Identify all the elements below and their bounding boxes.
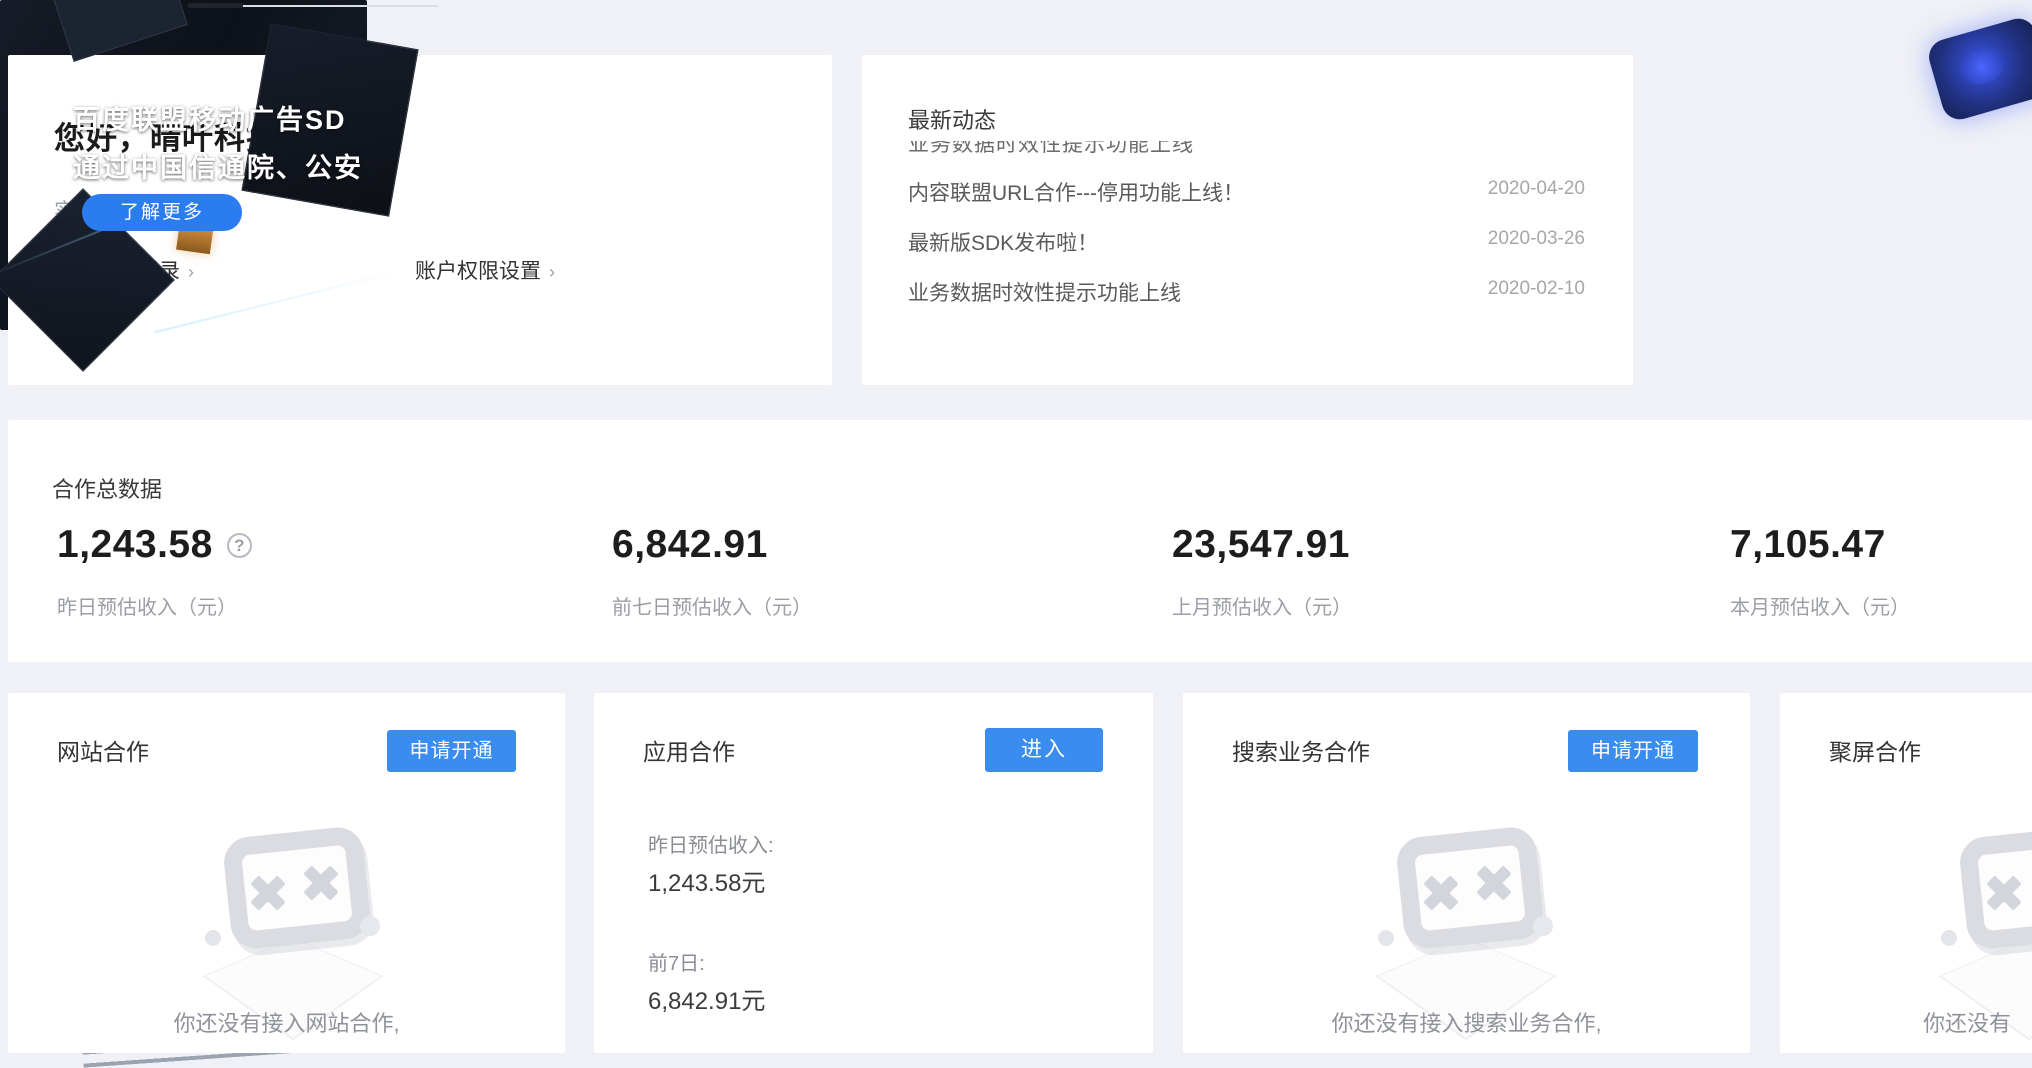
- news-item-text: 最新版SDK发布啦！: [908, 232, 1098, 255]
- banner-decor-cube: [52, 0, 188, 62]
- learn-more-button[interactable]: 了解更多: [82, 194, 242, 231]
- stat-label: 本月预估收入（元）: [1730, 591, 1910, 620]
- help-question-icon[interactable]: ?: [227, 533, 252, 558]
- income-row-label: 昨日预估收入:: [648, 829, 774, 858]
- empty-state-tv-icon: [1380, 826, 1555, 1016]
- x-eye-icon: [249, 874, 287, 912]
- website-coop-card: 网站合作 申请开通 你还没有接入网站合作,: [8, 693, 565, 1053]
- tv-screen-shape: [1395, 825, 1546, 951]
- dot-shape: [1378, 930, 1394, 946]
- chevron-right-icon: ›: [549, 262, 555, 282]
- dot-shape: [360, 916, 380, 936]
- x-eye-icon: [1985, 874, 2023, 912]
- active-tab-indicator: [188, 3, 243, 8]
- empty-state-tv-icon: [1943, 826, 2032, 1016]
- juping-coop-card: 聚屏合作 你还没有: [1780, 693, 2032, 1053]
- total-data-title: 合作总数据: [52, 472, 162, 504]
- account-permission-link[interactable]: 账户权限设置 ›: [415, 255, 555, 285]
- dot-shape: [1533, 916, 1553, 936]
- tv-screen-shape: [222, 825, 373, 951]
- stat-yesterday-income: 1,243.58? 昨日预估收入（元）: [57, 523, 252, 620]
- stat-lastmonth-income: 23,547.91 上月预估收入（元）: [1172, 523, 1352, 620]
- stat-last7days-income: 6,842.91 前七日预估收入（元）: [612, 523, 812, 620]
- stat-value: 6,842.91: [612, 523, 768, 566]
- stat-label: 上月预估收入（元）: [1172, 591, 1352, 620]
- news-item-date: 2020-02-10: [1488, 278, 1585, 300]
- stat-label: 前七日预估收入（元）: [612, 591, 812, 620]
- news-item[interactable]: 业务数据时效性提示功能上线 2020-02-10: [908, 277, 1585, 305]
- news-card-title: 最新动态: [908, 103, 996, 135]
- x-eye-icon: [1422, 874, 1460, 912]
- x-eye-icon: [1475, 864, 1513, 902]
- banner-headline-line1: 百度联盟移动广告SD: [73, 98, 347, 137]
- coop-card-title: 网站合作: [57, 733, 149, 767]
- enter-button[interactable]: 进入: [985, 728, 1103, 772]
- stat-value: 1,243.58: [57, 523, 213, 566]
- app-coop-card: 应用合作 进入 昨日预估收入: 1,243.58元 前7日: 6,842.91元: [594, 693, 1153, 1053]
- apply-open-button[interactable]: 申请开通: [387, 730, 516, 772]
- banner-headline-line2: 通过中国信通院、公安: [73, 146, 363, 185]
- coop-card-title: 聚屏合作: [1829, 733, 1921, 767]
- account-permission-label: 账户权限设置: [415, 260, 541, 283]
- tab-divider-line: [243, 5, 438, 7]
- apply-open-button[interactable]: 申请开通: [1568, 730, 1698, 772]
- empty-state-text: 你还没有接入网站合作,: [8, 1006, 565, 1038]
- stat-label: 昨日预估收入（元）: [57, 591, 252, 620]
- news-item-date: 2020-04-20: [1488, 178, 1585, 200]
- chevron-right-icon: ›: [188, 262, 194, 282]
- news-item[interactable]: 最新版SDK发布啦！ 2020-03-26: [908, 227, 1585, 255]
- x-eye-icon: [302, 864, 340, 902]
- coop-card-title: 搜索业务合作: [1232, 733, 1370, 767]
- dot-shape: [1941, 930, 1957, 946]
- empty-state-text: 你还没有接入搜索业务合作,: [1183, 1006, 1750, 1038]
- income-row-value: 1,243.58元: [648, 863, 765, 898]
- news-item[interactable]: 内容联盟URL合作---停用功能上线！ 2020-04-20: [908, 177, 1585, 205]
- stat-value: 23,547.91: [1172, 523, 1350, 566]
- empty-state-text: 你还没有: [1923, 1006, 2032, 1038]
- news-item-text: 内容联盟URL合作---停用功能上线！: [908, 182, 1244, 205]
- news-item-clipped-text: 业务数据时效性提示功能上线: [908, 141, 1468, 157]
- news-item-date: 2020-03-26: [1488, 228, 1585, 250]
- empty-state-tv-icon: [207, 826, 382, 1016]
- dashboard-page: { "topbar": {}, "welcome_card": { "greet…: [0, 0, 2032, 1030]
- search-coop-card: 搜索业务合作 申请开通 你还没有接入搜索业务合作,: [1183, 693, 1750, 1053]
- income-row-label: 前7日:: [648, 947, 705, 976]
- news-item-clipped: 业务数据时效性提示功能上线: [908, 141, 1468, 157]
- total-data-card: 合作总数据 1,243.58? 昨日预估收入（元） 6,842.91 前七日预估…: [8, 420, 2032, 662]
- latest-news-card: 最新动态 业务数据时效性提示功能上线 内容联盟URL合作---停用功能上线！ 2…: [862, 55, 1633, 385]
- dot-shape: [205, 930, 221, 946]
- news-item-text: 业务数据时效性提示功能上线: [908, 282, 1181, 305]
- stat-thismonth-income: 7,105.47 本月预估收入（元）: [1730, 523, 1910, 620]
- stat-value: 7,105.47: [1730, 523, 1886, 566]
- coop-card-title: 应用合作: [643, 733, 735, 767]
- income-row-value: 6,842.91元: [648, 981, 765, 1016]
